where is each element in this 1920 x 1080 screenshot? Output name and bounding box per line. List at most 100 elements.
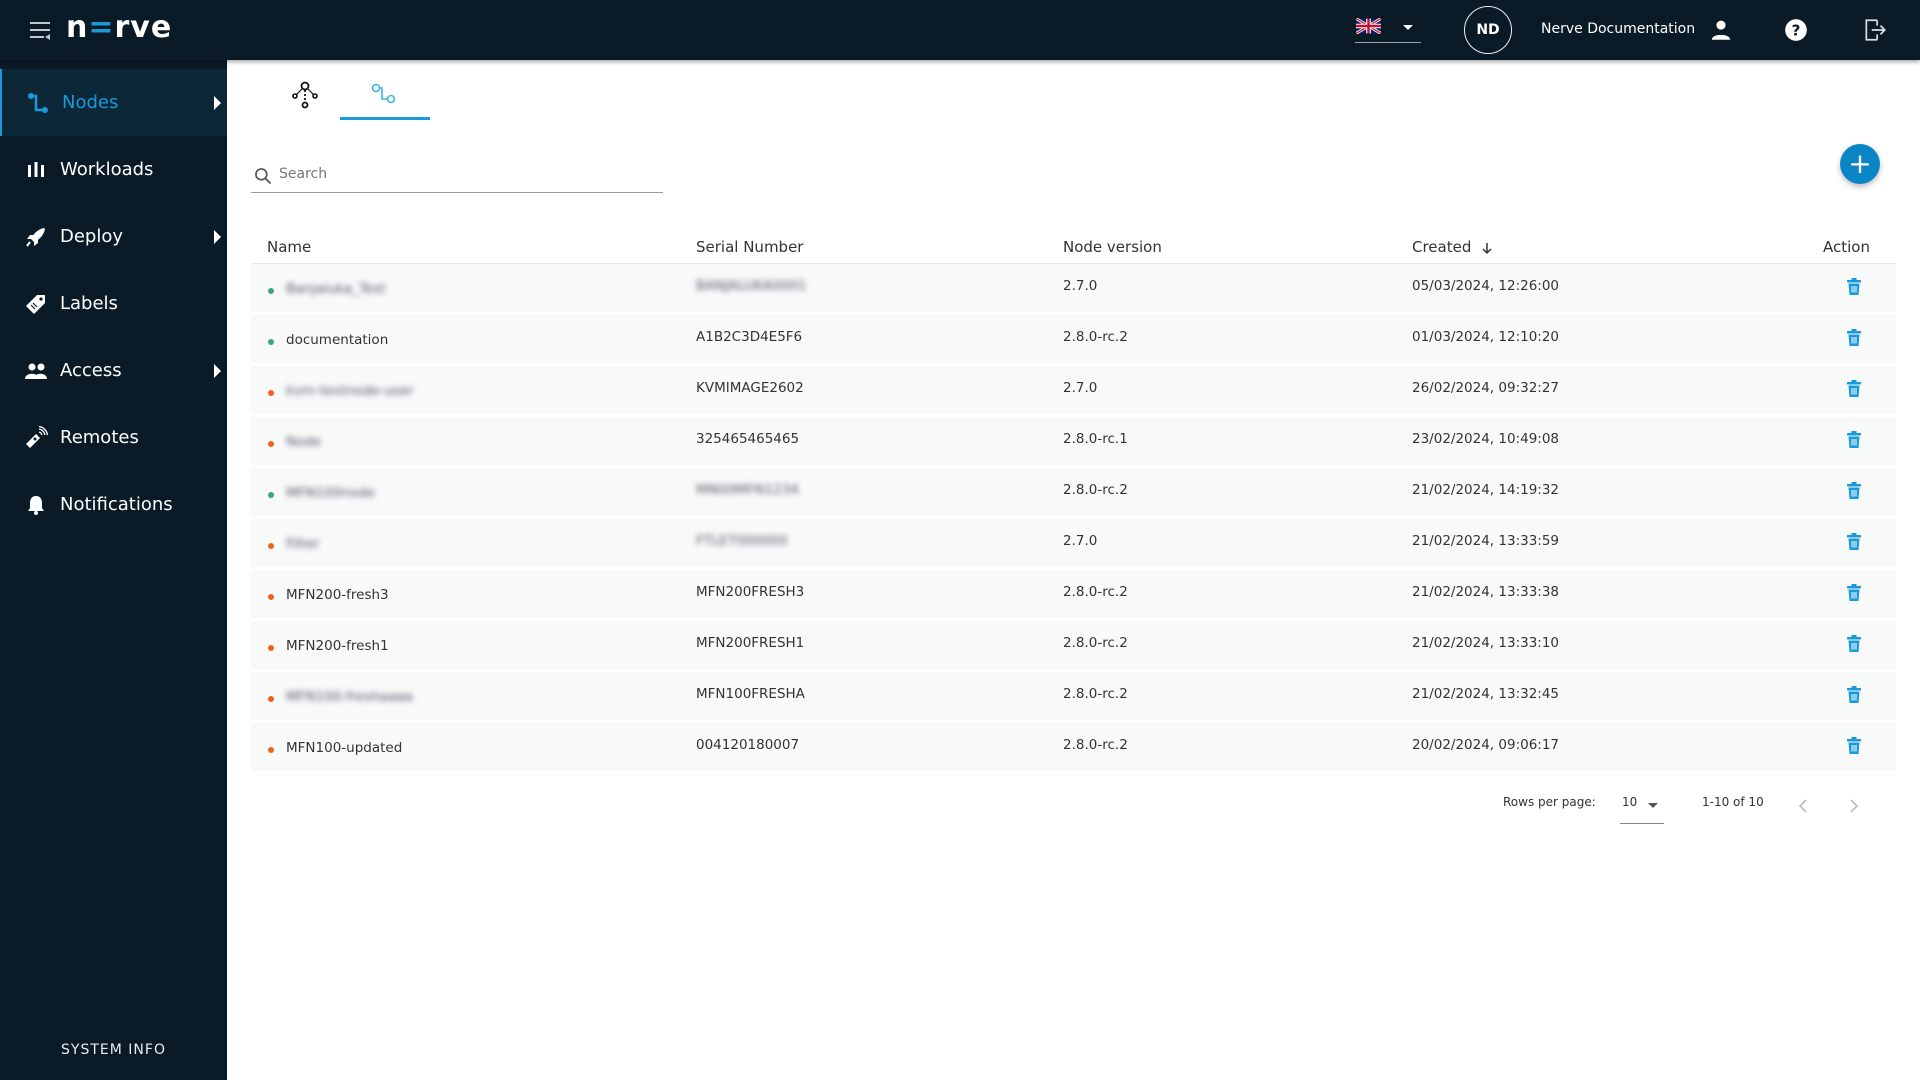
column-header-action: Action	[1823, 238, 1870, 256]
rows-per-page-select[interactable]: 10	[1620, 790, 1664, 824]
table-row[interactable]: MFN100-updated 004120180007 2.8.0-rc.2 2…	[251, 723, 1896, 774]
tab-list-view[interactable]	[340, 70, 430, 120]
delete-icon[interactable]	[1846, 329, 1862, 347]
created-date: 23/02/2024, 10:49:08	[1412, 431, 1560, 447]
table-row[interactable]: Filter FTLET000000 2.7.0 21/02/2024, 13:…	[251, 519, 1896, 570]
node-name[interactable]: MFN100-updated	[286, 740, 402, 756]
delete-icon[interactable]	[1846, 635, 1862, 653]
sidebar-item-remotes[interactable]: Remotes	[0, 404, 227, 471]
created-date: 20/02/2024, 09:06:17	[1412, 737, 1560, 753]
top-bar: n=rve ND Nerve Documentation ?	[0, 0, 1920, 60]
rows-per-page-label: Rows per page:	[1503, 795, 1596, 809]
table-row[interactable]: MFN200-fresh1 MFN200FRESH1 2.8.0-rc.2 21…	[251, 621, 1896, 672]
sidebar-item-label: Remotes	[60, 427, 139, 448]
sidebar-item-access[interactable]: Access	[0, 337, 227, 404]
sidebar: Nodes Workloads Deploy Labels Access Rem…	[0, 60, 227, 1080]
created-date: 01/03/2024, 12:10:20	[1412, 329, 1560, 345]
serial-number: FTLET000000	[696, 533, 788, 549]
serial-number: BANJALUKA0001	[696, 278, 807, 294]
delete-icon[interactable]	[1846, 584, 1862, 602]
created-date: 21/02/2024, 14:19:32	[1412, 482, 1560, 498]
users-icon	[25, 363, 47, 379]
node-name[interactable]: MFN100node	[286, 485, 375, 501]
node-tree-icon	[292, 81, 318, 109]
tab-tree-view[interactable]	[260, 70, 350, 120]
bell-icon	[28, 495, 44, 515]
delete-icon[interactable]	[1846, 737, 1862, 755]
remote-icon	[26, 425, 48, 448]
column-header-created[interactable]: Created	[1412, 238, 1494, 256]
created-date: 21/02/2024, 13:33:10	[1412, 635, 1560, 651]
menu-toggle-icon[interactable]	[30, 20, 52, 40]
table-row[interactable]: MFN200-fresh3 MFN200FRESH3 2.8.0-rc.2 21…	[251, 570, 1896, 621]
node-version: 2.8.0-rc.2	[1063, 686, 1128, 702]
sort-desc-arrow-icon	[1482, 243, 1492, 255]
column-header-name[interactable]: Name	[267, 238, 311, 256]
sidebar-item-nodes[interactable]: Nodes	[0, 69, 227, 136]
node-version: 2.8.0-rc.2	[1063, 635, 1128, 651]
node-version: 2.8.0-rc.2	[1063, 329, 1128, 345]
delete-icon[interactable]	[1846, 533, 1862, 551]
sidebar-item-deploy[interactable]: Deploy	[0, 203, 227, 270]
search-field	[251, 160, 663, 193]
caret-right-icon	[214, 229, 221, 244]
column-header-created-label: Created	[1412, 238, 1472, 256]
search-icon	[255, 168, 272, 185]
serial-number: 325465465465	[696, 431, 800, 447]
svg-text:?: ?	[1792, 21, 1801, 39]
delete-icon[interactable]	[1846, 686, 1862, 704]
uk-flag-icon	[1356, 18, 1381, 34]
delete-icon[interactable]	[1846, 482, 1862, 500]
username: Nerve Documentation	[1541, 21, 1696, 37]
delete-icon[interactable]	[1846, 278, 1862, 296]
delete-icon[interactable]	[1846, 431, 1862, 449]
created-date: 26/02/2024, 09:32:27	[1412, 380, 1560, 396]
table-row[interactable]: MFN100-freshaaaa MFN100FRESHA 2.8.0-rc.2…	[251, 672, 1896, 723]
node-version: 2.8.0-rc.1	[1063, 431, 1128, 447]
language-selector[interactable]	[1355, 17, 1421, 43]
next-page-button[interactable]	[1847, 796, 1861, 816]
chevron-down-icon	[1403, 25, 1413, 30]
node-version: 2.8.0-rc.2	[1063, 482, 1128, 498]
add-node-button[interactable]: +	[1840, 144, 1880, 184]
status-indicator	[268, 288, 274, 294]
node-version: 2.8.0-rc.2	[1063, 584, 1128, 600]
sidebar-item-label: Deploy	[60, 226, 124, 247]
node-name[interactable]: kvm-testnode-user	[286, 383, 414, 399]
table-row[interactable]: MFN100node MN00MFN1234 2.8.0-rc.2 21/02/…	[251, 468, 1896, 519]
table-row[interactable]: documentation A1B2C3D4E5F6 2.8.0-rc.2 01…	[251, 315, 1896, 366]
previous-page-button[interactable]	[1796, 796, 1810, 816]
pagination-range: 1-10 of 10	[1702, 795, 1764, 809]
sidebar-item-labels[interactable]: Labels	[0, 270, 227, 337]
status-indicator	[268, 339, 274, 345]
status-indicator	[268, 747, 274, 753]
node-name[interactable]: MFN100-freshaaaa	[286, 689, 413, 705]
node-name[interactable]: documentation	[286, 332, 388, 348]
table-row[interactable]: Node 325465465465 2.8.0-rc.1 23/02/2024,…	[251, 417, 1896, 468]
node-name[interactable]: Node	[286, 434, 321, 450]
column-header-version[interactable]: Node version	[1063, 238, 1162, 256]
help-icon[interactable]: ?	[1783, 17, 1809, 43]
node-name[interactable]: MFN200-fresh3	[286, 587, 389, 603]
avatar[interactable]: ND	[1464, 6, 1512, 54]
sidebar-item-label: Notifications	[60, 494, 173, 515]
system-info-link[interactable]: SYSTEM INFO	[0, 1042, 227, 1058]
table-row[interactable]: Banjaluka_Test BANJALUKA0001 2.7.0 05/03…	[251, 264, 1896, 315]
sidebar-item-workloads[interactable]: Workloads	[0, 136, 227, 203]
delete-icon[interactable]	[1846, 380, 1862, 398]
table-row[interactable]: kvm-testnode-user KVMIMAGE2602 2.7.0 26/…	[251, 366, 1896, 417]
search-input[interactable]	[279, 166, 649, 182]
sidebar-item-label: Labels	[60, 293, 118, 314]
sidebar-item-notifications[interactable]: Notifications	[0, 471, 227, 538]
node-name[interactable]: Filter	[286, 536, 319, 552]
serial-number: MFN100FRESHA	[696, 686, 805, 702]
node-name[interactable]: MFN200-fresh1	[286, 638, 389, 654]
chevron-down-icon	[1648, 803, 1658, 808]
node-name[interactable]: Banjaluka_Test	[286, 281, 386, 297]
node-version: 2.8.0-rc.2	[1063, 737, 1128, 753]
logout-icon[interactable]	[1862, 17, 1888, 43]
column-header-serial[interactable]: Serial Number	[696, 238, 803, 256]
user-profile-icon[interactable]	[1708, 17, 1734, 43]
table-header: Name Serial Number Node version Created …	[251, 230, 1896, 264]
status-indicator	[268, 492, 274, 498]
